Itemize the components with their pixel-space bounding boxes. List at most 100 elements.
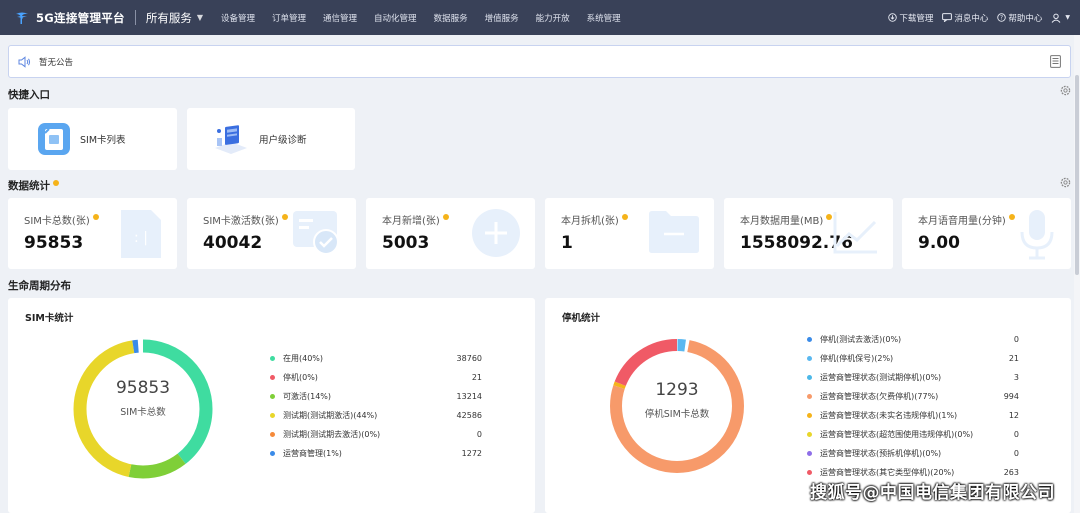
info-dot-icon[interactable]	[442, 213, 449, 220]
legend-item[interactable]: 运营商管理(1%) 1272	[270, 446, 482, 460]
download-label: 下载管理	[899, 13, 934, 24]
stat-value: 95853	[24, 233, 84, 253]
info-dot-icon[interactable]	[1008, 213, 1015, 220]
quick-sim-card-list[interactable]: SIM卡列表	[8, 108, 177, 170]
nav-system-management[interactable]: 系统管理	[587, 12, 621, 24]
stat-card-sim-total: SIM卡总数(张) 95853 : |	[8, 198, 177, 269]
microphone-watermark-icon	[1020, 210, 1054, 260]
sim-total-label: SIM卡总数	[120, 407, 166, 418]
suspension-total-label: 停机SIM卡总数	[644, 409, 710, 420]
help-icon: ?	[997, 13, 1007, 22]
legend-item[interactable]: 运营商管理状态(预拆机停机)(0%) 0	[807, 446, 1019, 460]
top-navigation-bar: 5G连接管理平台 所有服务 ▼ 设备管理 订单管理 通信管理 自动化管理 数据服…	[0, 0, 1080, 35]
help-label: 帮助中心	[1008, 13, 1043, 24]
legend-dot	[807, 469, 812, 475]
stat-value: 1	[561, 233, 573, 253]
legend-item[interactable]: 运营商管理状态(未实名违规停机)(1%) 12	[807, 408, 1019, 422]
nav-value-added-services[interactable]: 增值服务	[485, 12, 519, 24]
legend-dot	[807, 393, 812, 399]
stat-card-removed-this-month: 本月拆机(张) 1	[545, 198, 714, 269]
info-dot-icon[interactable]	[92, 213, 99, 220]
legend-item[interactable]: 停机(测试去激活)(0%) 0	[807, 332, 1019, 346]
nav-capability-open[interactable]: 能力开放	[536, 12, 570, 24]
china-telecom-logo-icon	[16, 12, 28, 24]
quick-entry-title: 快捷入口	[8, 89, 50, 101]
stat-card-new-this-month: 本月新增(张) 5003	[366, 198, 535, 269]
info-dot-icon[interactable]	[53, 179, 59, 186]
message-center-link[interactable]: 消息中心	[942, 12, 988, 24]
legend-dot	[807, 374, 812, 380]
sim-card-watermark-icon: : |	[121, 210, 161, 258]
stat-value: 40042	[203, 233, 263, 253]
stat-card-voice-usage: 本月语音用量(分钟) 9.00	[902, 198, 1071, 269]
legend-item[interactable]: 在用(40%) 38760	[270, 351, 482, 365]
document-list-icon[interactable]	[1050, 55, 1061, 68]
legend-dot	[807, 431, 812, 437]
legend-dot	[270, 412, 275, 418]
stat-label: SIM卡激活数(张)	[203, 212, 288, 227]
chevron-down-icon: ▼	[196, 13, 203, 22]
speaker-icon	[18, 55, 31, 68]
user-icon	[1051, 13, 1061, 23]
stat-value: 9.00	[918, 233, 960, 253]
source-watermark: 搜狐号@中国电信集团有限公司	[810, 483, 1055, 503]
legend-item[interactable]: 停机(0%) 21	[270, 370, 482, 384]
user-menu[interactable]: ▼	[1051, 13, 1070, 23]
nav-automation-management[interactable]: 自动化管理	[374, 12, 417, 24]
download-manager-link[interactable]: 下载管理	[888, 12, 933, 24]
vertical-scrollbar[interactable]	[1074, 35, 1080, 513]
legend-item[interactable]: 运营商管理状态(其它类型停机)(20%) 263	[807, 465, 1019, 479]
sim-stats-panel: SIM卡统计 95853 SIM卡总数 在用(40%) 38760 停机(0%) 2…	[8, 298, 535, 513]
logo[interactable]: 5G连接管理平台	[14, 10, 125, 26]
legend-item[interactable]: 运营商管理状态(超范围使用违规停机)(0%) 0	[807, 427, 1019, 441]
stat-label: 本月新增(张)	[382, 212, 449, 227]
nav-communication-management[interactable]: 通信管理	[323, 12, 357, 24]
app-title: 5G连接管理平台	[36, 10, 125, 25]
svg-text:?: ?	[1000, 16, 1003, 22]
stat-label: 本月语音用量(分钟)	[918, 212, 1015, 227]
download-icon	[888, 13, 898, 22]
info-dot-icon[interactable]	[281, 213, 288, 220]
info-dot-icon[interactable]	[621, 213, 628, 220]
main-nav: 设备管理 订单管理 通信管理 自动化管理 数据服务 增值服务 能力开放 系统管理	[221, 12, 638, 24]
nav-data-services[interactable]: 数据服务	[434, 12, 468, 24]
message-icon	[942, 13, 953, 22]
divider	[134, 10, 136, 25]
sim-total-value: 95853	[115, 378, 171, 398]
announcement-text: 暂无公告	[39, 57, 74, 68]
legend-dot	[270, 431, 275, 437]
quick-user-diagnosis[interactable]: 用户级诊断	[187, 108, 355, 170]
settings-gear-icon[interactable]	[1060, 85, 1071, 96]
legend-dot	[807, 355, 812, 361]
legend-dot	[270, 374, 275, 380]
right-tools: 下载管理 消息中心 ? 帮助中心 ▼	[879, 0, 1070, 35]
stat-label: 本月拆机(张)	[561, 212, 628, 227]
svg-text:: |: : |	[134, 230, 148, 246]
scrollbar-thumb[interactable]	[1075, 75, 1079, 275]
messages-label: 消息中心	[954, 13, 989, 24]
suspension-stats-title: 停机统计	[562, 313, 601, 324]
legend-item[interactable]: 测试期(测试期激活)(44%) 42586	[270, 408, 482, 422]
lifecycle-title: 生命周期分布	[8, 280, 71, 292]
nav-device-management[interactable]: 设备管理	[221, 12, 255, 24]
data-stats-heading: 数据统计	[8, 178, 59, 193]
legend-item[interactable]: 测试期(测试期去激活)(0%) 0	[270, 427, 482, 441]
legend-item[interactable]: 运营商管理状态(测试期停机)(0%) 3	[807, 370, 1019, 384]
sim-stats-title: SIM卡统计	[25, 313, 74, 324]
all-services-label: 所有服务	[145, 10, 192, 25]
legend-dot	[807, 336, 812, 342]
legend-item[interactable]: 运营商管理状态(欠费停机)(77%) 994	[807, 389, 1019, 403]
legend-dot	[270, 450, 275, 456]
all-services-menu[interactable]: 所有服务 ▼	[146, 10, 203, 26]
announcement-bar: 暂无公告	[8, 45, 1071, 78]
legend-item[interactable]: 可激活(14%) 13214	[270, 389, 482, 403]
stat-label: 本月数据用量(MB)	[740, 212, 833, 227]
legend-item[interactable]: 停机(停机保号)(2%) 21	[807, 351, 1019, 365]
stat-label: SIM卡总数(张)	[24, 212, 99, 227]
stat-value: 5003	[382, 233, 430, 253]
nav-order-management[interactable]: 订单管理	[272, 12, 306, 24]
settings-gear-icon[interactable]	[1060, 177, 1071, 188]
diagnosis-icon	[215, 125, 247, 154]
help-center-link[interactable]: ? 帮助中心	[997, 12, 1042, 24]
plus-circle-watermark-icon	[472, 209, 520, 257]
